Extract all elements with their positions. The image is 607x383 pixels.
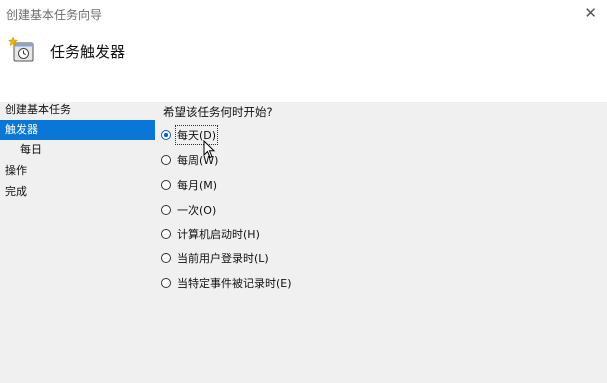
radio-button[interactable] (161, 253, 171, 263)
radio-button[interactable] (161, 180, 171, 190)
sidebar-item-finish[interactable]: 完成 (0, 182, 155, 202)
sidebar-item-trigger[interactable]: 触发器 (0, 120, 155, 140)
sidebar-item-create-basic-task[interactable]: 创建基本任务 (0, 100, 155, 120)
option-label: 每月(M) (177, 179, 218, 192)
option-label: 当前用户登录时(L) (177, 252, 269, 265)
sidebar-item-action[interactable]: 操作 (0, 161, 155, 181)
option-label: 计算机启动时(H) (177, 228, 260, 241)
sidebar-item-daily[interactable]: 每日 (0, 140, 155, 160)
window-title: 创建基本任务向导 (6, 8, 103, 22)
question-label: 希望该任务何时开始? (163, 105, 273, 119)
option-user-logon[interactable]: 当前用户登录时(L) (161, 248, 269, 268)
radio-button[interactable] (161, 205, 171, 215)
radio-button[interactable] (161, 278, 171, 288)
radio-button[interactable] (161, 229, 171, 239)
option-monthly[interactable]: 每月(M) (161, 175, 217, 195)
radio-button[interactable] (161, 155, 171, 165)
option-event-logged[interactable]: 当特定事件被记录时(E) (161, 273, 292, 293)
title-bar: 创建基本任务向导 ✕ (0, 0, 607, 28)
close-icon[interactable]: ✕ (584, 4, 597, 22)
trigger-options-panel: 希望该任务何时开始? 每天(D) 每周(W) 每月(M) 一次(O) 计算机启动… (157, 102, 607, 383)
option-label: 一次(O) (177, 204, 217, 217)
wizard-steps-sidebar: 创建基本任务 触发器 每日 操作 完成 (0, 102, 157, 383)
option-once[interactable]: 一次(O) (161, 200, 216, 220)
wizard-header: 任务触发器 (0, 28, 607, 102)
page-title: 任务触发器 (50, 43, 126, 61)
task-scheduler-icon (8, 36, 34, 62)
radio-button[interactable] (161, 130, 171, 140)
mouse-cursor-icon (203, 140, 216, 159)
option-computer-startup[interactable]: 计算机启动时(H) (161, 224, 260, 244)
option-label: 当特定事件被记录时(E) (177, 277, 292, 290)
